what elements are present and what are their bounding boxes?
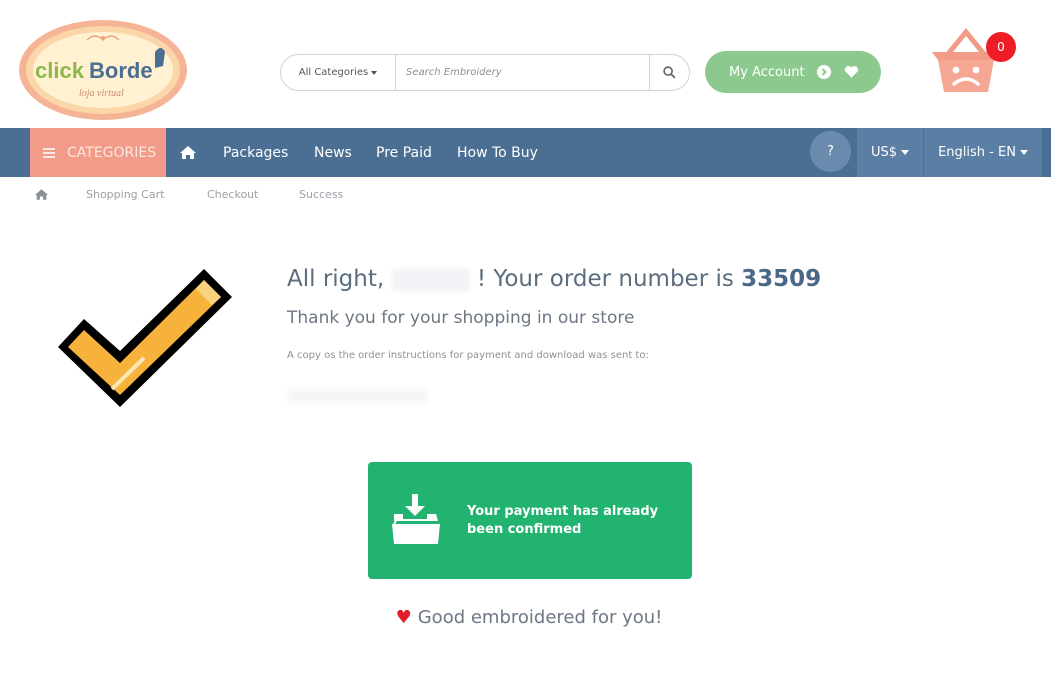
order-number: 33509 xyxy=(741,266,822,292)
menu-icon xyxy=(43,147,55,158)
payment-confirmed-panel: Your payment has already been confirmed xyxy=(368,462,692,579)
nav-pre-paid[interactable]: Pre Paid xyxy=(376,128,432,177)
caret-down-icon xyxy=(1019,150,1028,155)
breadcrumb-success: Success xyxy=(299,188,344,201)
my-account-button[interactable]: My Account xyxy=(705,51,881,93)
search-button[interactable] xyxy=(649,55,689,90)
footer-message: ♥ Good embroidered for you! xyxy=(0,607,1051,628)
title-middle: ! Your order number is xyxy=(476,266,734,292)
nav-packages[interactable]: Packages xyxy=(223,128,288,177)
nav-how-to-buy[interactable]: How To Buy xyxy=(457,128,538,177)
svg-text:Borde: Borde xyxy=(89,58,153,83)
header: click Borde loja virtual All Categories … xyxy=(0,0,1051,128)
redacted-email xyxy=(287,390,427,402)
logo-tagline: loja virtual xyxy=(79,88,124,99)
language-select[interactable]: English - EN xyxy=(923,128,1042,177)
clickborde-logo[interactable]: click Borde loja virtual xyxy=(17,18,189,122)
download-folder-icon xyxy=(392,494,440,544)
title-prefix: All right, xyxy=(287,266,385,292)
payment-confirmed-text: Your payment has already been confirmed xyxy=(467,504,659,537)
search-bar: All Categories xyxy=(280,54,690,91)
footer-message-text: Good embroidered for you! xyxy=(417,607,663,628)
arrow-circle-icon xyxy=(817,65,831,79)
breadcrumb-checkout[interactable]: Checkout xyxy=(207,188,258,201)
categories-menu-button[interactable]: CATEGORIES xyxy=(30,128,166,177)
heart-icon: ♥ xyxy=(395,607,412,628)
redacted-name xyxy=(391,268,470,291)
nav-news[interactable]: News xyxy=(314,128,352,177)
currency-label: US$ xyxy=(870,145,898,160)
help-button[interactable]: ? xyxy=(810,131,851,172)
caret-down-icon xyxy=(371,70,378,75)
home-icon xyxy=(180,146,196,159)
home-icon[interactable] xyxy=(35,189,48,200)
main-navbar: CATEGORIES Packages News Pre Paid How To… xyxy=(0,128,1051,177)
copy-note: A copy os the order instructions for pay… xyxy=(287,350,649,361)
category-select-label: All Categories xyxy=(298,67,369,78)
heart-icon xyxy=(844,66,859,78)
currency-select[interactable]: US$ xyxy=(857,128,923,177)
language-label: English - EN xyxy=(938,145,1016,160)
nav-home[interactable] xyxy=(180,128,196,177)
checkmark-icon xyxy=(58,269,232,407)
cart-count-badge: 0 xyxy=(986,32,1016,62)
thank-you-message: Thank you for your shopping in our store xyxy=(287,308,635,328)
search-icon xyxy=(663,66,676,79)
breadcrumb: Shopping Cart Checkout Success xyxy=(0,177,1051,213)
breadcrumb-shopping-cart[interactable]: Shopping Cart xyxy=(86,188,164,201)
order-title: All right, ! Your order number is 33509 xyxy=(287,266,821,292)
search-input[interactable] xyxy=(397,55,649,90)
my-account-label: My Account xyxy=(729,64,805,80)
categories-label: CATEGORIES xyxy=(67,144,157,161)
caret-down-icon xyxy=(901,150,910,155)
svg-text:click: click xyxy=(35,58,85,83)
category-select[interactable]: All Categories xyxy=(281,55,396,90)
